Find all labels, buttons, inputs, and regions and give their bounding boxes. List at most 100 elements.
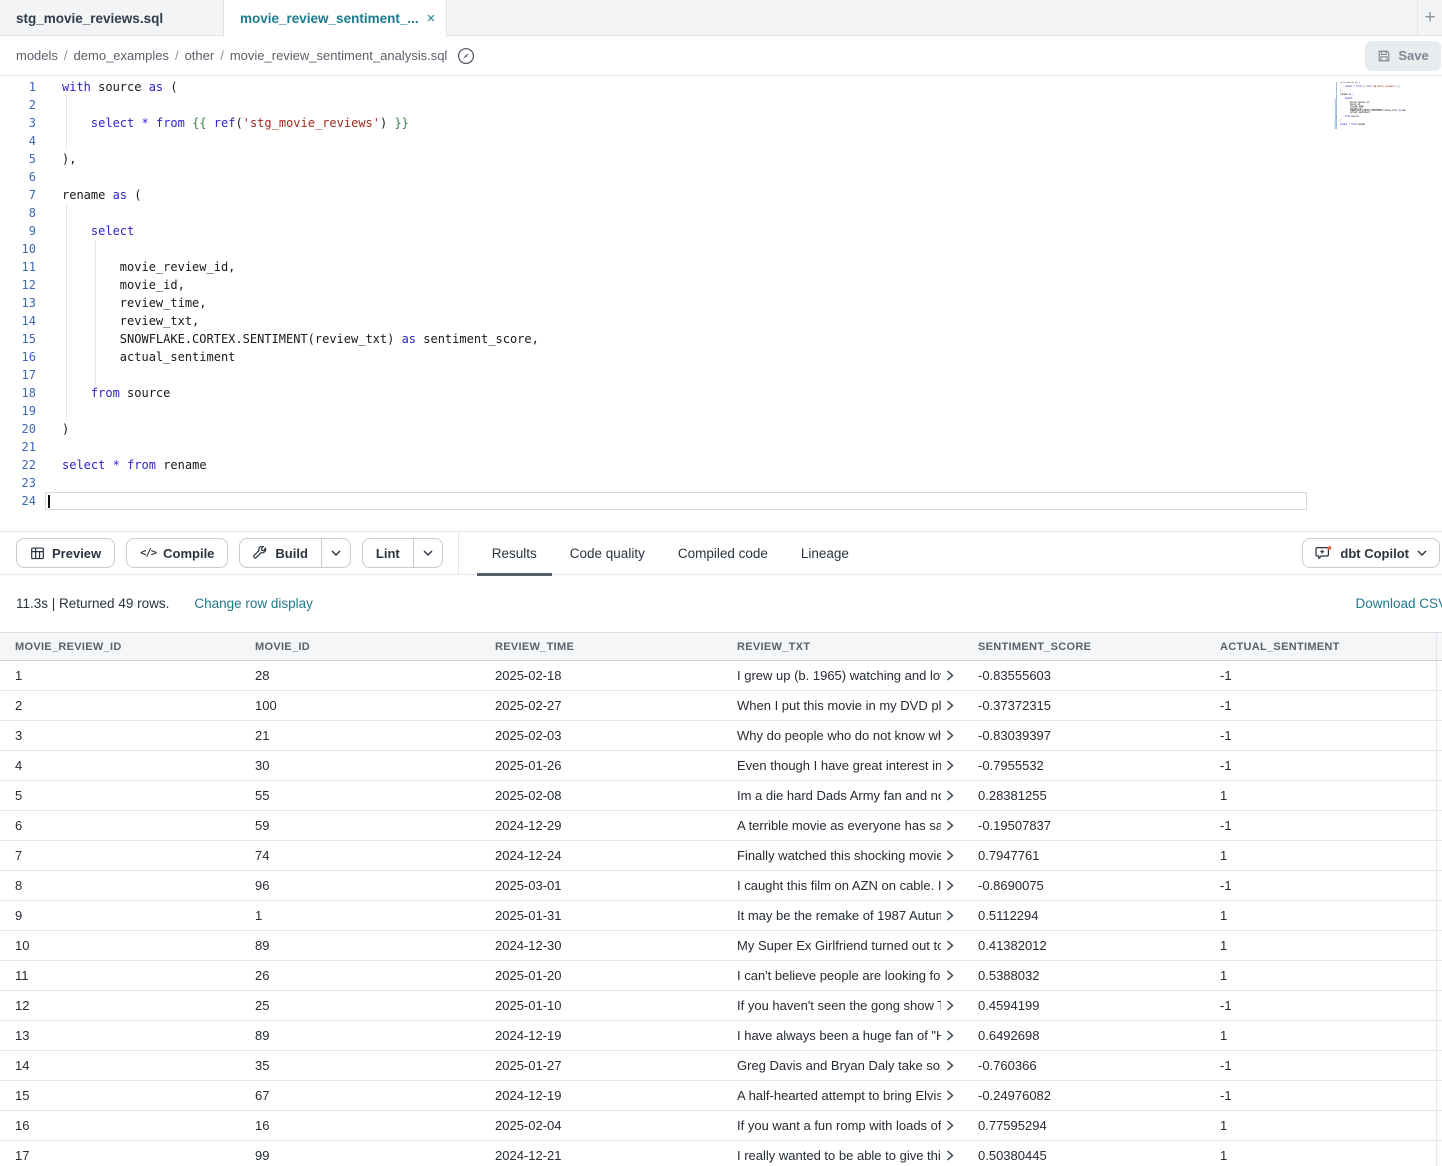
review-text: It may be the remake of 1987 Autumn'... xyxy=(737,908,941,923)
build-split-button[interactable]: Build xyxy=(239,538,351,568)
tab-compiled-code[interactable]: Compiled code xyxy=(678,531,768,575)
tab-bar-spacer xyxy=(447,0,1417,35)
breadcrumb-segment-demo-examples[interactable]: demo_examples xyxy=(74,48,169,63)
change-row-display-link[interactable]: Change row display xyxy=(194,596,313,611)
editor-toolbar: Preview </> Compile Build Lint xyxy=(0,531,1442,575)
expand-row-icon xyxy=(946,880,954,891)
expand-row-button[interactable] xyxy=(941,820,959,831)
code-line[interactable]: 10 xyxy=(0,240,1442,258)
line-number: 1 xyxy=(0,78,45,96)
table-cell: 2024-12-19 xyxy=(480,1088,722,1103)
expand-row-button[interactable] xyxy=(941,880,959,891)
expand-row-button[interactable] xyxy=(941,700,959,711)
expand-row-icon xyxy=(946,760,954,771)
minimap[interactable]: 1with source as (23 select * from {{ ref… xyxy=(1330,82,1406,132)
expand-row-button[interactable] xyxy=(941,1030,959,1041)
expand-row-button[interactable] xyxy=(941,1090,959,1101)
tab-lineage[interactable]: Lineage xyxy=(801,531,849,575)
tab-movie-review-sentiment[interactable]: movie_review_sentiment_... × xyxy=(223,0,447,37)
code-line[interactable]: 11 movie_review_id, xyxy=(0,258,1442,276)
results-table-body: 1282025-02-18I grew up (b. 1965) watchin… xyxy=(0,661,1442,1166)
table-cell: I have always been a huge fan of "Hom... xyxy=(722,1028,963,1043)
expand-row-button[interactable] xyxy=(941,790,959,801)
code-line[interactable]: 20) xyxy=(0,420,1442,438)
code-line[interactable]: 18 from source xyxy=(0,384,1442,402)
save-button[interactable]: Save xyxy=(1365,41,1441,71)
code-text: ), xyxy=(45,150,1307,168)
table-cell: Greg Davis and Bryan Daly take some ... xyxy=(722,1058,963,1073)
table-cell: 2024-12-21 xyxy=(480,1148,722,1163)
compile-button[interactable]: </> Compile xyxy=(126,538,228,568)
code-line[interactable]: 1with source as ( xyxy=(0,78,1442,96)
expand-row-button[interactable] xyxy=(941,760,959,771)
code-line[interactable]: 13 review_time, xyxy=(0,294,1442,312)
editor-lines[interactable]: 1with source as (23 select * from {{ ref… xyxy=(0,78,1442,510)
table-cell: 100 xyxy=(240,698,480,713)
code-line[interactable]: 21 xyxy=(0,438,1442,456)
code-line[interactable]: 23 xyxy=(0,474,1442,492)
table-cell: -0.19507837 xyxy=(963,818,1205,833)
expand-row-button[interactable] xyxy=(941,1060,959,1071)
code-line[interactable]: 5), xyxy=(0,150,1442,168)
expand-row-button[interactable] xyxy=(941,970,959,981)
table-cell: 8 xyxy=(0,878,240,893)
build-dropdown-caret[interactable] xyxy=(321,539,350,567)
table-cell: 7 xyxy=(0,848,240,863)
code-line[interactable]: 6 xyxy=(0,168,1442,186)
code-line[interactable]: 12 movie_id, xyxy=(0,276,1442,294)
breadcrumb-segment-models[interactable]: models xyxy=(16,48,58,63)
line-number: 14 xyxy=(0,312,45,330)
code-line[interactable]: 24 xyxy=(0,492,1442,510)
table-cell: 2025-01-10 xyxy=(480,998,722,1013)
table-row: 1282025-02-18I grew up (b. 1965) watchin… xyxy=(0,661,1442,691)
tab-results[interactable]: Results xyxy=(492,531,537,575)
close-tab-icon[interactable]: × xyxy=(427,11,436,26)
table-row: 17992024-12-21I really wanted to be able… xyxy=(0,1141,1442,1166)
code-line[interactable]: 22select * from rename xyxy=(0,456,1442,474)
expand-row-button[interactable] xyxy=(941,670,959,681)
expand-row-icon xyxy=(946,1090,954,1101)
tab-code-quality[interactable]: Code quality xyxy=(570,531,645,575)
expand-row-button[interactable] xyxy=(941,940,959,951)
code-editor[interactable]: 1with source as (23 select * from {{ ref… xyxy=(0,76,1442,531)
code-line[interactable]: 4 xyxy=(0,132,1442,150)
dbt-copilot-button[interactable]: dbt Copilot xyxy=(1302,538,1440,568)
expand-row-button[interactable] xyxy=(941,910,959,921)
tab-stg-movie-reviews[interactable]: stg_movie_reviews.sql xyxy=(0,0,223,36)
code-line[interactable]: 16 actual_sentiment xyxy=(0,348,1442,366)
table-cell: 2025-01-26 xyxy=(480,758,722,773)
table-row: 11262025-01-20I can't believe people are… xyxy=(0,961,1442,991)
table-cell: 2025-03-01 xyxy=(480,878,722,893)
code-line[interactable]: 9 select xyxy=(0,222,1442,240)
new-tab-button[interactable]: + xyxy=(1418,0,1442,36)
expand-row-icon xyxy=(946,1150,954,1161)
code-line[interactable]: 7rename as ( xyxy=(0,186,1442,204)
expand-row-button[interactable] xyxy=(941,1000,959,1011)
review-text: A terrible movie as everyone has said. .… xyxy=(737,818,941,833)
toolbar-divider xyxy=(458,531,459,575)
code-line[interactable]: 3 select * from {{ ref('stg_movie_review… xyxy=(0,114,1442,132)
code-line[interactable]: 19 xyxy=(0,402,1442,420)
lint-label: Lint xyxy=(376,546,400,561)
code-line[interactable]: 8 xyxy=(0,204,1442,222)
code-line[interactable]: 15 SNOWFLAKE.CORTEX.SENTIMENT(review_txt… xyxy=(0,330,1442,348)
table-cell: 0.41382012 xyxy=(963,938,1205,953)
code-line[interactable]: 14 review_txt, xyxy=(0,312,1442,330)
copilot-chat-sparkle-icon xyxy=(1315,545,1332,561)
table-cell: 1 xyxy=(1205,1021,1437,1050)
review-text: Im a die hard Dads Army fan and nothi... xyxy=(737,788,941,803)
code-line[interactable]: 2 xyxy=(0,96,1442,114)
expand-row-button[interactable] xyxy=(941,850,959,861)
lint-dropdown-caret[interactable] xyxy=(413,539,442,567)
expand-row-button[interactable] xyxy=(941,1150,959,1161)
code-line[interactable]: 17 xyxy=(0,366,1442,384)
compass-icon[interactable] xyxy=(457,47,475,65)
review-text: I caught this film on AZN on cable. It s… xyxy=(737,878,941,893)
lint-split-button[interactable]: Lint xyxy=(362,538,443,568)
preview-button[interactable]: Preview xyxy=(16,538,115,568)
expand-row-button[interactable] xyxy=(941,1120,959,1131)
expand-row-button[interactable] xyxy=(941,730,959,741)
breadcrumb-segment-other[interactable]: other xyxy=(185,48,215,63)
table-cell: -0.83039397 xyxy=(963,728,1205,743)
download-csv-link[interactable]: Download CSV xyxy=(1355,596,1442,611)
